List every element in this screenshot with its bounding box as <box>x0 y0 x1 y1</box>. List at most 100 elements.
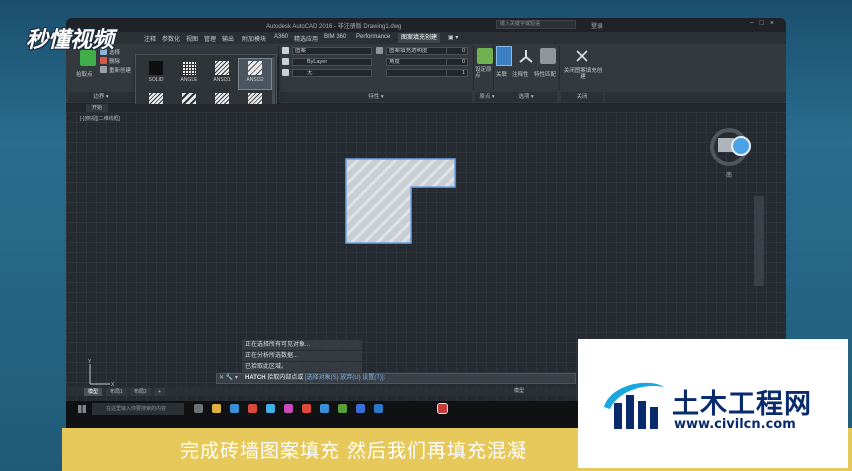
command-line-close-icon[interactable]: ✕ 🔧 ▾ <box>219 374 238 383</box>
viewcube-compass-label[interactable]: 南 <box>706 170 752 179</box>
app-icon[interactable] <box>284 404 293 413</box>
ribbon-filler <box>605 92 786 102</box>
app-icon[interactable] <box>320 404 329 413</box>
tab-layout2[interactable]: 布局2 <box>130 388 151 396</box>
window-title: Autodesk AutoCAD 2016 - 非注册版 Drawing1.dw… <box>266 24 402 30</box>
associative-toggle[interactable]: 关联 <box>496 70 507 78</box>
app-icon[interactable] <box>302 404 311 413</box>
match-properties-icon[interactable] <box>540 48 556 64</box>
chat-assistant-icon[interactable] <box>731 136 751 156</box>
hatch-type-icon <box>282 47 289 54</box>
annotative-toggle[interactable]: 注释性 <box>512 70 529 78</box>
ucs-icon: Y X <box>88 359 115 388</box>
tab-output[interactable]: 输出 <box>222 34 234 43</box>
pattern-swatch-icon <box>215 61 229 75</box>
window-controls[interactable]: −□× <box>750 20 780 27</box>
tab-hatch-creation[interactable]: 图案填充创建 <box>398 33 441 43</box>
edge-icon[interactable] <box>230 404 239 413</box>
hatch-type-select[interactable]: 图案 <box>292 47 372 55</box>
command-history-line: 正在分析所选数据... <box>242 351 362 361</box>
tab-parametric[interactable]: 参数化 <box>162 34 180 43</box>
recreate-icon[interactable] <box>100 66 107 73</box>
tab-annotate[interactable]: 注释 <box>144 34 156 43</box>
ribbon-separator <box>473 46 474 90</box>
annotative-icon[interactable] <box>518 48 534 64</box>
remove-boundary-button[interactable]: 删除 <box>109 57 120 65</box>
command-history-line: 正在选择所有可见对象... <box>242 340 362 350</box>
command-history-line: 已拾取此区域。 <box>242 362 362 372</box>
pattern-label: ANSI32 <box>246 77 264 83</box>
pattern-ansi31[interactable]: ANSI31 <box>206 59 238 89</box>
close-hatch-creation-button[interactable]: 关闭图案填充创建 <box>563 68 603 80</box>
ribbon-separator <box>278 46 279 90</box>
close-icon[interactable] <box>574 48 590 64</box>
set-origin-icon[interactable] <box>477 48 493 64</box>
app-icon[interactable] <box>374 404 383 413</box>
remove-icon[interactable] <box>100 57 107 64</box>
status-model-label[interactable]: 模型 <box>514 387 524 394</box>
transparency-icon <box>376 47 383 54</box>
watermark-logo-icon <box>604 382 664 429</box>
pick-point-label[interactable]: 拾取点 <box>76 70 93 78</box>
tab-start[interactable]: 开始 <box>86 104 109 112</box>
ribbon-separator <box>493 46 494 90</box>
color-icon <box>282 58 289 65</box>
angle-value[interactable]: 0 <box>446 58 468 66</box>
background-color-icon <box>282 69 289 76</box>
video-logo: 秒懂视频 <box>26 28 115 53</box>
search-input[interactable]: 键入关键字或短语 <box>496 20 576 29</box>
match-properties-button[interactable]: 特性匹配 <box>534 70 556 78</box>
pattern-swatch-icon <box>182 61 196 75</box>
pattern-angle[interactable]: ANGLE <box>173 59 205 89</box>
command-name: HATCH <box>245 375 266 381</box>
add-layout-button[interactable]: + <box>154 388 165 396</box>
tab-view[interactable]: 视图 <box>186 34 198 43</box>
windows-start-icon[interactable] <box>78 405 86 413</box>
autocad-taskbar-icon[interactable] <box>437 403 448 414</box>
app-icon[interactable] <box>338 404 347 413</box>
command-options[interactable]: [选择对象(S) 放弃(U) 设置(T)]: <box>305 375 385 381</box>
tab-layout1[interactable]: 布局1 <box>106 388 127 396</box>
title-bar: Autodesk AutoCAD 2016 - 非注册版 Drawing1.dw… <box>66 18 786 32</box>
ribbon-separator <box>559 46 560 90</box>
subtitle-text: 完成砖墙图案填充 然后我们再填充混凝 <box>180 440 528 462</box>
transparency-value[interactable]: 0 <box>446 47 468 55</box>
properties-group-label[interactable]: 特性 ▾ <box>280 92 472 102</box>
options-group-label[interactable]: 选项 ▾ <box>495 92 557 102</box>
task-view-icon[interactable] <box>194 404 203 413</box>
tab-bim360[interactable]: BIM 360 <box>324 34 346 40</box>
recreate-boundary-button[interactable]: 重新创建 <box>109 66 131 74</box>
tab-model[interactable]: 模型 <box>84 388 103 396</box>
watermark-site-name: 土木工程网 <box>672 389 812 420</box>
sign-in-link[interactable]: 登录 <box>591 21 603 30</box>
file-explorer-icon[interactable] <box>212 404 221 413</box>
command-history: 正在选择所有可见对象... 正在分析所选数据... 已拾取此区域。 <box>242 340 362 373</box>
taskbar-search-input[interactable]: 在这里输入你要搜索的内容 <box>92 403 184 415</box>
background-color-select[interactable]: 无 <box>292 69 372 77</box>
navigation-bar[interactable] <box>754 196 764 286</box>
tab-manage[interactable]: 管理 <box>204 34 216 43</box>
app-icon[interactable] <box>356 404 365 413</box>
hatch-color-select[interactable]: ByLayer <box>292 58 372 66</box>
set-origin-button[interactable]: 设定原点 <box>475 67 495 79</box>
tab-performance[interactable]: Performance <box>356 34 390 40</box>
tab-addins[interactable]: 附加模块 <box>242 34 266 43</box>
hatched-region[interactable] <box>345 158 457 244</box>
pattern-swatch-icon <box>248 61 262 75</box>
scale-value[interactable]: 1 <box>446 69 468 77</box>
viewport-controls[interactable]: [-][俯视][二维线框] <box>80 115 120 122</box>
boundary-group-label[interactable]: 边界 ▾ <box>68 92 134 102</box>
close-group-label: 关闭 <box>561 92 603 102</box>
tab-overflow-icon[interactable]: ▣ ▾ <box>448 34 458 41</box>
app-icon[interactable] <box>248 404 257 413</box>
file-tab-bar: 开始 <box>66 104 786 112</box>
ribbon-tabs: 注释 参数化 视图 管理 输出 附加模块 A360 精选应用 BIM 360 P… <box>66 32 786 44</box>
app-icon[interactable] <box>266 404 275 413</box>
associative-icon[interactable] <box>496 46 512 66</box>
pattern-ansi32[interactable]: ANSI32 <box>238 58 272 90</box>
tab-featured-apps[interactable]: 精选应用 <box>294 34 318 43</box>
command-prompt: 拾取内部点或 <box>267 375 304 381</box>
command-line[interactable]: ✕ 🔧 ▾ HATCH 拾取内部点或 [选择对象(S) 放弃(U) 设置(T)]… <box>216 373 576 384</box>
tab-a360[interactable]: A360 <box>274 34 288 40</box>
pattern-solid[interactable]: SOLID <box>140 59 172 89</box>
